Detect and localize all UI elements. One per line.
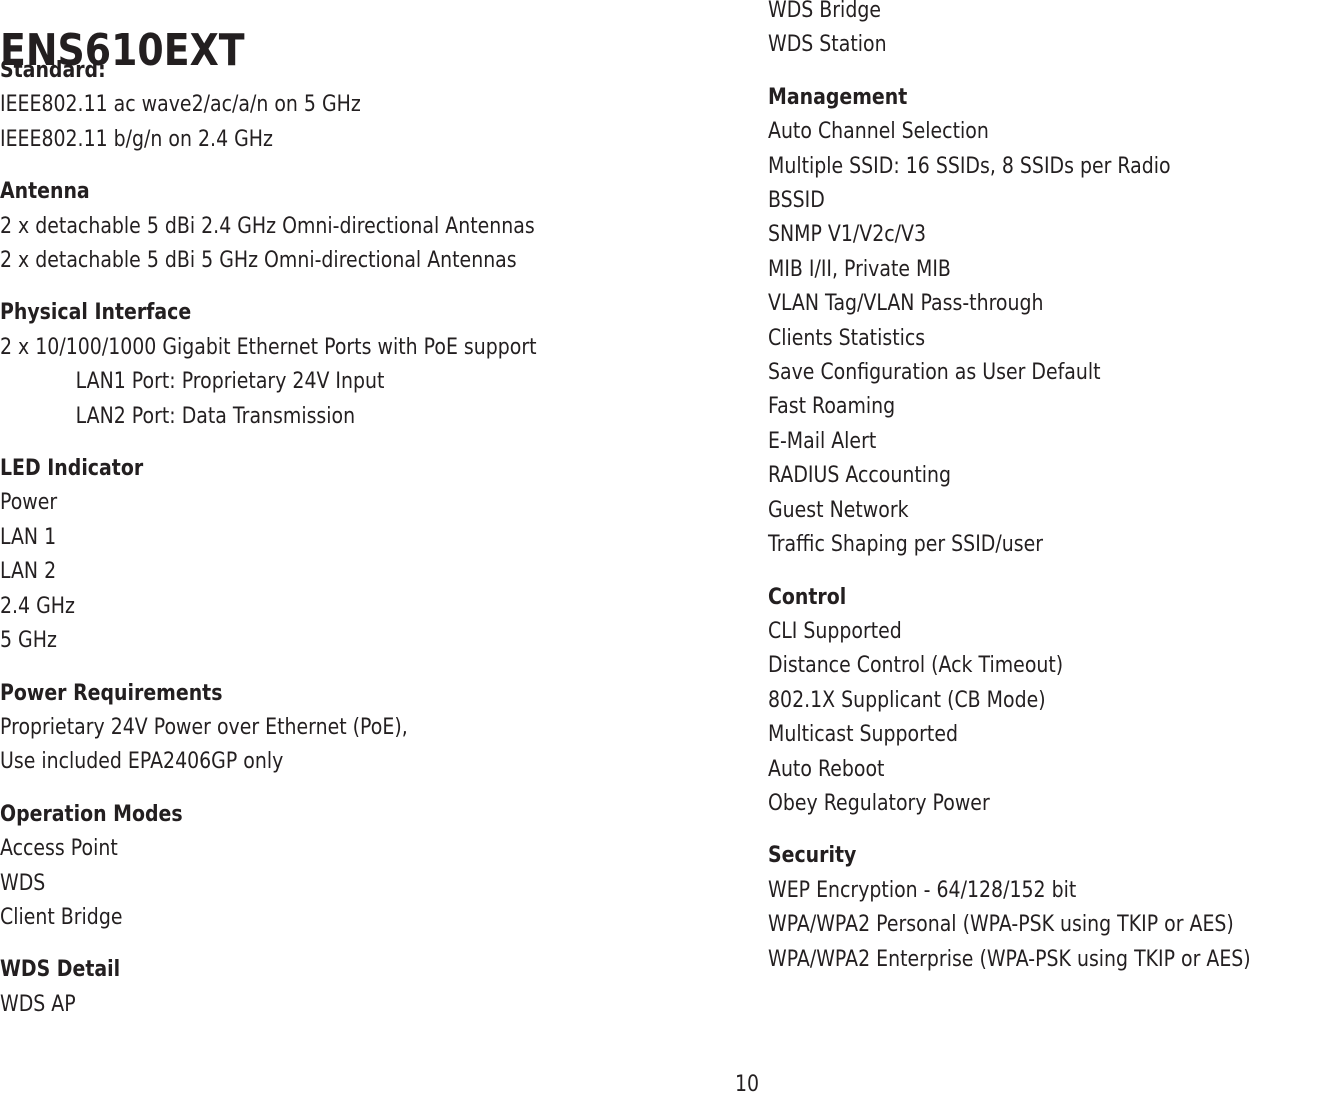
- spec-line: LAN 2: [0, 559, 57, 585]
- page-number: 10: [735, 1072, 760, 1097]
- spec-line: Proprietary 24V Power over Ethernet (PoE…: [0, 714, 408, 740]
- spec-line: WDS Bridge: [768, 0, 881, 23]
- spec-line: Guest Network: [768, 497, 909, 523]
- spec-line: Traffic Shaping per SSID/user: [768, 532, 1043, 558]
- spec-line: VLAN Tag/VLAN Pass-through: [768, 291, 1044, 317]
- right-column: WDS Bridge WDS Station Management Auto Chan…: [768, 0, 1338, 995]
- spec-section-management: Management Auto Channel Selection Multiple…: [768, 81, 1338, 563]
- spec-section-antenna: Antenna 2 x detachable 5 dBi 2.4 GHz Omni…: [0, 175, 700, 278]
- spec-line: Use included EPA2406GP only: [0, 749, 284, 775]
- section-heading: Operation Modes: [0, 801, 183, 827]
- spec-line: Clients Statistics: [768, 325, 926, 351]
- spec-line: WDS AP: [0, 991, 76, 1017]
- spec-line: 2.4 GHz: [0, 593, 75, 619]
- spec-line: WEP Encryption - 64/128/152 bit: [768, 877, 1077, 903]
- spec-line: SNMP V1/V2c/V3: [768, 222, 927, 248]
- spec-line: LAN2 Port: Data Transmission: [75, 403, 356, 429]
- section-heading: Security: [768, 843, 857, 869]
- spec-line: 2 x 10/100/1000 Gigabit Ethernet Ports w…: [0, 334, 537, 360]
- spec-section-continued: WDS Bridge WDS Station: [768, 0, 1338, 63]
- spec-line: Auto Channel Selection: [768, 119, 989, 145]
- spec-section-operation-modes: Operation Modes Access Point WDS Client Bri…: [0, 798, 700, 936]
- spec-line: WPA/WPA2 Personal (WPA-PSK using TKIP or…: [768, 912, 1234, 938]
- spec-line: LAN1 Port: Proprietary 24V Input: [75, 369, 385, 395]
- spec-line: Save Configuration as User Default: [768, 360, 1101, 386]
- left-column: Standard: IEEE802.11 ac wave2/ac/a/n on 5…: [0, 54, 700, 1040]
- spec-line: Multiple SSID: 16 SSIDs, 8 SSIDs per Rad…: [768, 153, 1171, 179]
- spec-line: E-Mail Alert: [768, 428, 877, 454]
- spec-line: BSSID: [768, 188, 825, 214]
- spec-line: Access Point: [0, 836, 118, 862]
- spec-section-control: Control CLI Supported Distance Control (Ac…: [768, 581, 1338, 822]
- spec-line: Client Bridge: [0, 904, 123, 930]
- section-heading: Physical Interface: [0, 300, 192, 326]
- spec-section-physical-interface: Physical Interface 2 x 10/100/1000 Gigabi…: [0, 296, 700, 434]
- spec-line: 5 GHz: [0, 628, 57, 654]
- spec-line: Distance Control (Ack Timeout): [768, 653, 1064, 679]
- spec-line: WDS: [0, 870, 46, 896]
- spec-section-standard: Standard: IEEE802.11 ac wave2/ac/a/n on 5…: [0, 54, 700, 157]
- section-heading: Antenna: [0, 179, 90, 205]
- section-heading: Standard:: [0, 58, 106, 83]
- spec-line: LAN 1: [0, 524, 57, 550]
- spec-line: RADIUS Accounting: [768, 463, 951, 489]
- spec-line: WDS Station: [768, 32, 887, 58]
- spec-line: Power: [0, 490, 58, 516]
- spec-line: MIB I/II, Private MIB: [768, 256, 951, 282]
- spec-line: 2 x detachable 5 dBi 5 GHz Omni-directio…: [0, 248, 517, 274]
- spec-line: Obey Regulatory Power: [768, 790, 990, 816]
- spec-section-power-requirements: Power Requirements Proprietary 24V Power …: [0, 677, 700, 780]
- spec-line: 2 x detachable 5 dBi 2.4 GHz Omni-direct…: [0, 213, 535, 239]
- section-heading: WDS Detail: [0, 957, 121, 983]
- spec-line: WPA/WPA2 Enterprise (WPA-PSK using TKIP …: [768, 946, 1251, 972]
- spec-line: IEEE802.11 ac wave2/ac/a/n on 5 GHz: [0, 92, 361, 118]
- spec-section-security: Security WEP Encryption - 64/128/152 bit W…: [768, 839, 1338, 977]
- spec-line: Multicast Supported: [768, 722, 958, 748]
- section-heading: Control: [768, 584, 847, 610]
- spec-section-led-indicator: LED Indicator Power LAN 1 LAN 2 2.4 GHz 5 GHz: [0, 452, 700, 658]
- spec-line: Fast Roaming: [768, 394, 896, 420]
- section-heading: Power Requirements: [0, 680, 223, 706]
- spec-line: CLI Supported: [768, 618, 902, 644]
- section-heading: LED Indicator: [0, 456, 144, 482]
- spec-section-wds-detail: WDS Detail WDS AP: [0, 953, 700, 1022]
- section-heading: Management: [768, 84, 908, 110]
- spec-line: 802.1X Supplicant (CB Mode): [768, 687, 1046, 713]
- spec-line: Auto Reboot: [768, 756, 885, 782]
- spec-line: IEEE802.11 b/g/n on 2.4 GHz: [0, 126, 273, 152]
